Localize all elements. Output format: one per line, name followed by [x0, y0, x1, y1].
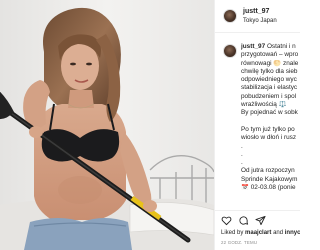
post-photo-illustration — [0, 0, 214, 250]
caption-line: Sprinde Kajakowym — [241, 175, 298, 183]
likes-summary: Liked by maajclart and innych — [221, 230, 300, 236]
comment-icon[interactable] — [238, 215, 249, 226]
caption: justt_97 Ostatni i n przygotowań – wpro … — [241, 43, 300, 192]
caption-line: Po tym już tylko po — [241, 125, 295, 133]
likes-others-link[interactable]: innych — [285, 230, 300, 236]
post-header: justt_97 Tokyo Japan — [215, 0, 300, 33]
caption-line: wrażliwością ⚖️ — [241, 101, 287, 109]
post-details-panel: justt_97 Tokyo Japan justt_97 Ostatni i … — [214, 0, 300, 250]
caption-line: . — [241, 159, 243, 167]
caption-line: By pojednać w sobk — [241, 109, 298, 117]
share-icon[interactable] — [255, 215, 266, 226]
caption-line: równowagi 🌕 znale — [241, 59, 299, 67]
post-location[interactable]: Tokyo Japan — [243, 18, 277, 24]
caption-line: chwilę tylko dla sieb — [241, 67, 298, 75]
post-timestamp[interactable]: 22 GODZ. TEMU — [221, 240, 257, 245]
caption-line: . — [241, 150, 243, 158]
caption-line: przygotowań – wpro — [241, 51, 299, 59]
caption-line: 📅 02-03.08 (ponie — [241, 184, 296, 192]
caption-first-line: justt_97 Ostatni i n — [241, 43, 300, 51]
caption-line — [241, 118, 300, 126]
likes-prefix: Liked by — [221, 230, 244, 236]
caption-line: Od jutra rozpoczyn — [241, 167, 295, 175]
post-actions — [215, 210, 300, 226]
caption-line: . — [241, 142, 243, 150]
caption-line: wiosło w dłoń i rusz — [241, 134, 297, 142]
heart-icon[interactable] — [221, 215, 232, 226]
post-username[interactable]: justt_97 — [243, 8, 269, 15]
caption-line: Ostatni i n — [266, 43, 296, 50]
caption-line: stabilizacja i elastyc — [241, 84, 298, 92]
caption-username[interactable]: justt_97 — [241, 43, 265, 50]
caption-line: odpowiedniego wyc — [241, 76, 297, 84]
post-photo[interactable] — [0, 0, 214, 250]
caption-line: pobudzeniem i spol — [241, 92, 297, 100]
likes-user-link[interactable]: maajclart — [245, 230, 271, 236]
likes-conjunction: and — [273, 230, 284, 236]
caption-avatar[interactable] — [223, 44, 237, 58]
avatar[interactable] — [223, 9, 237, 23]
